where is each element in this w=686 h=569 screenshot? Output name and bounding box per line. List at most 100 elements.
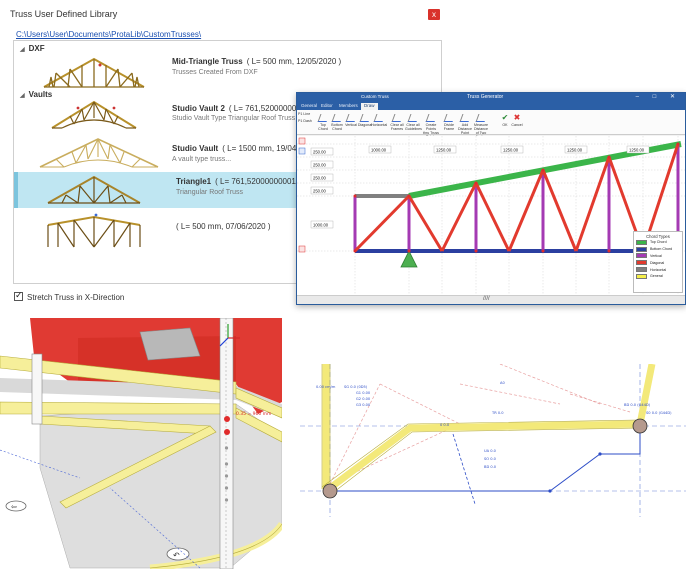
3d-model-view[interactable]: ⇦ ↶ 0.35 = 960 mm: [0, 318, 282, 569]
truss-generator-window[interactable]: Truss Generator – □ ✕ Custom Truss Gener…: [296, 92, 686, 305]
plan-label: 0 0.0: [440, 423, 450, 427]
item-name: Studio Vault 2: [172, 104, 225, 113]
diagonal-member[interactable]: [440, 182, 478, 252]
pin-support-icon[interactable]: [400, 250, 418, 268]
dimension-value: 1250.00: [436, 147, 452, 152]
ribbon-button[interactable]: Clear all Guidelines: [405, 114, 422, 131]
title-bar[interactable]: Truss Generator – □ ✕: [297, 93, 685, 102]
plan-label: SO 0.0: [484, 457, 497, 461]
diagonal-member[interactable]: [353, 194, 411, 253]
2d-plan-view[interactable]: 0.00 cm/m SG 0.0 (0D5) G1 0.00 G2 0.00 G3 0.…: [300, 364, 686, 517]
legend-item: Top Chord: [636, 239, 682, 246]
ribbon-button[interactable]: Clear all Frames: [389, 114, 405, 131]
node-icon[interactable]: [407, 249, 411, 253]
plan-label: BD 0.0: [484, 465, 497, 469]
column: [31, 353, 43, 425]
ribbon-icon: [443, 114, 455, 122]
dimension-value: 250.00: [313, 188, 326, 193]
legend-item: Bottom Chord: [636, 246, 682, 253]
node-icon[interactable]: [353, 194, 357, 198]
column-icon[interactable]: [322, 483, 338, 499]
truss-canvas[interactable]: 250.00 250.00 250.00 250.00 1000.00 1000.00 1…: [297, 136, 685, 297]
node-icon[interactable]: [474, 181, 478, 185]
ribbon-label: Vertical: [345, 123, 357, 127]
handle-icon[interactable]: [298, 245, 306, 253]
ribbon-icon: [475, 114, 487, 122]
node-icon[interactable]: [598, 452, 602, 456]
dimension-value: 1250.00: [503, 147, 519, 152]
ribbon-label: Top Chord: [318, 123, 328, 131]
handle-icon[interactable]: [298, 147, 306, 155]
node-icon[interactable]: [607, 155, 611, 159]
stretch-checkbox[interactable]: Stretch Truss in X-Direction: [14, 290, 124, 302]
plan-label: TR 0.0: [491, 411, 504, 415]
grip-point-icon[interactable]: [224, 429, 230, 435]
checkbox-checked-icon[interactable]: [14, 290, 23, 301]
ribbon-button[interactable]: ✖ Cancel: [509, 113, 525, 128]
list-item[interactable]: Mid-Triangle Truss( L= 500 mm, 12/05/202…: [14, 51, 441, 91]
plan-label: G2 0.00: [356, 397, 371, 401]
node-icon[interactable]: [676, 142, 680, 146]
ribbon-label: OK: [502, 123, 508, 127]
column-icon[interactable]: [632, 418, 648, 434]
truss-thumbnail: [43, 57, 145, 88]
context-tab-label: Custom Truss: [361, 94, 389, 99]
item-desc: Triangular Roof Truss: [176, 189, 244, 196]
legend-swatch: [636, 273, 647, 279]
ribbon-button[interactable]: Add Distance Point: [457, 114, 473, 135]
diagonal-member[interactable]: [574, 156, 611, 252]
dimension-label: 0.35 = 960 mm: [236, 411, 271, 417]
window-buttons[interactable]: – □ ✕: [636, 93, 681, 100]
diagonal-member[interactable]: [541, 169, 578, 252]
tab-editor[interactable]: Editor: [321, 103, 333, 108]
handle-icon[interactable]: [298, 137, 306, 145]
ribbon-label: Horizontal: [371, 123, 388, 127]
node-icon[interactable]: [541, 168, 545, 172]
window-title: Truss Generator: [467, 94, 504, 100]
diagonal-member[interactable]: [407, 195, 444, 252]
ribbon-label: Divide Frame: [443, 123, 455, 131]
node-icon[interactable]: [353, 249, 357, 253]
ribbon-icon: [331, 114, 343, 122]
ribbon-button[interactable]: Divide Frame: [441, 114, 457, 131]
truss-drawing[interactable]: 250.00 250.00 250.00 250.00 1000.00 1000.00 1…: [297, 136, 686, 297]
plan-label: G3 0.00: [356, 403, 371, 407]
node-icon[interactable]: [548, 489, 552, 493]
diagonal-member[interactable]: [474, 182, 511, 252]
plan-label: 0.00 cm/m: [316, 385, 336, 389]
status-bar: ////: [297, 295, 685, 304]
truss-thumbnail: [39, 138, 159, 168]
node-icon[interactable]: [407, 194, 411, 198]
node-icon[interactable]: [474, 249, 478, 253]
tab-members[interactable]: Members: [339, 103, 358, 108]
grid-bubble-glyph: ↶: [172, 551, 180, 560]
ribbon-icon: [359, 114, 371, 122]
plan-beams: [322, 364, 656, 494]
item-meta: ( L= 500 mm, 12/05/2020 ): [246, 57, 342, 66]
ribbon-icon: [425, 114, 437, 122]
legend-label: General: [650, 274, 663, 279]
node-icon[interactable]: [541, 249, 545, 253]
selected-column[interactable]: [219, 318, 234, 569]
legend-item: General: [636, 273, 682, 280]
ribbon-icon: [373, 114, 385, 122]
grip-point-icon[interactable]: [224, 416, 230, 422]
resize-grip-icon[interactable]: ////: [483, 296, 490, 302]
plan-label: G1 0.00: [356, 391, 371, 395]
legend-item: Vertical: [636, 253, 682, 260]
item-name: Mid-Triangle Truss: [172, 57, 243, 66]
ribbon-button[interactable]: Horizontal: [371, 114, 387, 127]
close-button[interactable]: x: [428, 9, 440, 20]
dimension-value: 1250.00: [629, 147, 645, 152]
ribbon-icon: ✖: [513, 113, 521, 122]
dimension-value: 250.00: [313, 162, 326, 167]
library-path-link[interactable]: C:\Users\User\Documents\ProtaLib\CustomT…: [16, 30, 201, 39]
diagonal-member[interactable]: [507, 169, 545, 252]
tab-general[interactable]: General: [301, 103, 317, 108]
ribbon-p1-line[interactable]: P1 Line: [298, 112, 314, 116]
tab-draw[interactable]: Draw: [361, 103, 378, 110]
ribbon: P1 Line P1 Dash Top Chord Bottom Chord Ver…: [297, 110, 685, 139]
legend-item: Diagonal: [636, 259, 682, 266]
node-icon[interactable]: [607, 249, 611, 253]
ribbon-p1-dash[interactable]: P1 Dash: [298, 119, 314, 123]
